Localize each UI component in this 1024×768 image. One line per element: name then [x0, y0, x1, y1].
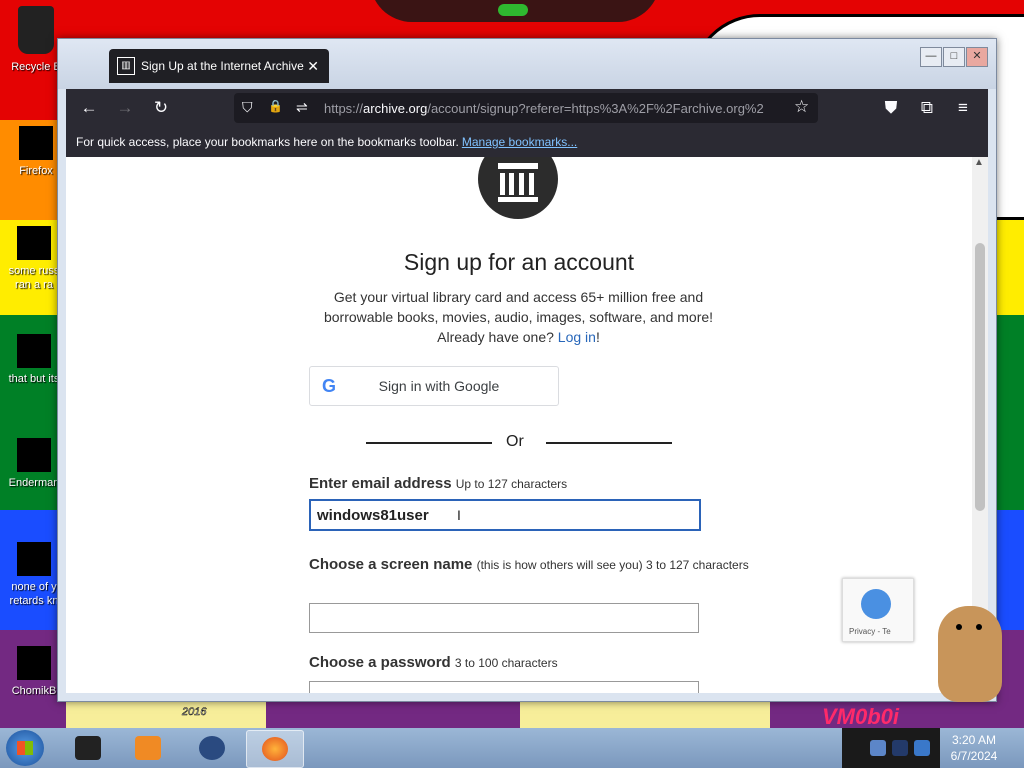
- url-path: /account/signup?referer=https%3A%2F%2Far…: [427, 101, 764, 116]
- desktop-icon-label: Recycle B: [11, 61, 61, 73]
- scrollbar-thumb[interactable]: [975, 243, 985, 511]
- permissions-icon[interactable]: ⇌: [296, 99, 308, 116]
- email-label: Enter email address Up to 127 characters: [309, 475, 567, 492]
- google-button-label: Sign in with Google: [378, 378, 500, 394]
- email-label-text: Enter email address: [309, 475, 452, 492]
- screen-name-label: Choose a screen name (this is how others…: [309, 553, 749, 577]
- app-icon: [17, 646, 51, 680]
- desktop-icon-label: none of y retards kn: [9, 581, 59, 607]
- app-icon: [75, 736, 101, 760]
- extensions-icon[interactable]: ⧉: [916, 98, 938, 118]
- desktop-icon-label: Firefox: [19, 165, 53, 177]
- wallpaper-face: [370, 0, 660, 22]
- text-cursor-icon: I: [457, 507, 461, 523]
- wallpaper-patch: [520, 700, 770, 730]
- wallpaper-patch: [66, 700, 266, 730]
- login-link[interactable]: Log in: [558, 329, 596, 345]
- taskbar-media-player[interactable]: [120, 730, 176, 766]
- bookmarks-hint: For quick access, place your bookmarks h…: [76, 135, 459, 149]
- desktop-icon-label: some russ ran a ra: [8, 265, 60, 291]
- lock-icon[interactable]: 🔒: [268, 99, 283, 113]
- globe-icon: [199, 736, 225, 760]
- wallpaper-tag: 2016: [182, 706, 207, 719]
- internet-archive-logo-icon: [478, 157, 558, 219]
- or-text: Or: [506, 433, 524, 450]
- shield-icon[interactable]: ⛉: [242, 99, 253, 116]
- scroll-up-icon[interactable]: ▲: [974, 157, 984, 168]
- url-text[interactable]: https://archive.org/account/signup?refer…: [324, 101, 784, 116]
- title-bar: ▥ Sign Up at the Internet Archive ✕ — □ …: [58, 39, 996, 89]
- intro-text: Get your virtual library card and access…: [316, 287, 721, 347]
- taskbar-firefox[interactable]: [246, 730, 304, 768]
- reload-icon[interactable]: ↻: [150, 98, 172, 118]
- taskbar-app-1[interactable]: [60, 730, 116, 766]
- desktop-icon-label: that but its: [8, 373, 60, 385]
- desktop-icon-label: ChomikB: [11, 685, 57, 697]
- tab-close-icon[interactable]: ✕: [307, 58, 319, 75]
- bookmark-star-icon[interactable]: ☆: [794, 97, 809, 117]
- minimize-button[interactable]: —: [920, 47, 942, 67]
- recaptcha-text: Privacy - Te: [849, 627, 891, 636]
- email-hint: Up to 127 characters: [455, 477, 568, 491]
- screen-name-field[interactable]: [309, 603, 699, 633]
- file-icon: [17, 334, 51, 368]
- tab-title: Sign Up at the Internet Archive: [141, 59, 304, 73]
- back-icon[interactable]: ←: [78, 98, 100, 118]
- close-window-button[interactable]: ✕: [966, 47, 988, 67]
- windows-logo-icon: [17, 741, 33, 755]
- app-icon: [17, 438, 51, 472]
- page-content: Sign up for an account Get your virtual …: [66, 157, 972, 693]
- media-player-icon: [135, 736, 161, 760]
- file-icon: [17, 542, 51, 576]
- manage-bookmarks-link[interactable]: Manage bookmarks...: [462, 135, 577, 149]
- url-domain: archive.org: [363, 101, 428, 116]
- intro-description: Get your virtual library card and access…: [323, 289, 714, 325]
- desktop-icon-label: Enderman: [8, 477, 60, 489]
- password-label: Choose a password 3 to 100 characters: [309, 654, 558, 671]
- email-field[interactable]: [309, 499, 701, 531]
- archive-favicon-icon: ▥: [117, 57, 135, 75]
- page-title: Sign up for an account: [403, 249, 635, 275]
- nav-toolbar: ← → ↻ ⛉ 🔒 ⇌ https://archive.org/account/…: [66, 89, 988, 127]
- pocket-icon[interactable]: ⛊: [880, 98, 902, 118]
- divider-line: [546, 442, 672, 444]
- intro-exclaim: !: [595, 329, 600, 345]
- clock-time: 3:20 AM: [951, 733, 997, 747]
- taskbar-clock[interactable]: 3:20 AM 6/7/2024: [940, 732, 1008, 764]
- app-icon: [19, 126, 53, 160]
- start-button[interactable]: [6, 730, 44, 766]
- menu-icon[interactable]: ≡: [952, 98, 974, 118]
- tab-sign-up[interactable]: ▥ Sign Up at the Internet Archive ✕: [109, 49, 329, 83]
- divider-line: [366, 442, 492, 444]
- recycle-bin-icon: [18, 6, 54, 54]
- password-hint: 3 to 100 characters: [454, 656, 558, 670]
- clock-date: 6/7/2024: [950, 749, 998, 763]
- taskbar-app-3[interactable]: [184, 730, 240, 766]
- bookmarks-toolbar: For quick access, place your bookmarks h…: [66, 127, 988, 157]
- recaptcha-badge[interactable]: Privacy - Te: [842, 578, 914, 642]
- screen-name-label-text: Choose a screen name: [309, 556, 473, 573]
- volume-icon[interactable]: [914, 740, 930, 756]
- url-prefix: https://: [324, 101, 364, 116]
- google-icon: G: [322, 375, 337, 396]
- recaptcha-icon: [861, 589, 891, 619]
- forward-icon[interactable]: →: [114, 98, 136, 118]
- or-divider: Or: [366, 433, 672, 453]
- screen-name-hint: (this is how others will see you) 3 to 1…: [476, 558, 749, 572]
- wallpaper-signature: VM0b0i: [822, 704, 900, 729]
- maximize-button[interactable]: □: [943, 47, 965, 67]
- network-icon[interactable]: [892, 740, 908, 756]
- taskbar: 3:20 AM 6/7/2024: [0, 728, 1024, 768]
- intro-login-prompt: Already have one?: [437, 329, 554, 345]
- shield-tray-icon[interactable]: [870, 740, 886, 756]
- firefox-icon: [262, 737, 288, 761]
- url-bar[interactable]: ⛉ 🔒 ⇌ https://archive.org/account/signup…: [234, 93, 818, 123]
- file-icon: [17, 226, 51, 260]
- password-label-text: Choose a password: [309, 654, 451, 671]
- hamster-mascot: [938, 606, 1002, 702]
- google-sign-in-button[interactable]: G Sign in with Google: [309, 366, 559, 406]
- password-field[interactable]: [309, 681, 699, 693]
- system-tray: [842, 728, 940, 768]
